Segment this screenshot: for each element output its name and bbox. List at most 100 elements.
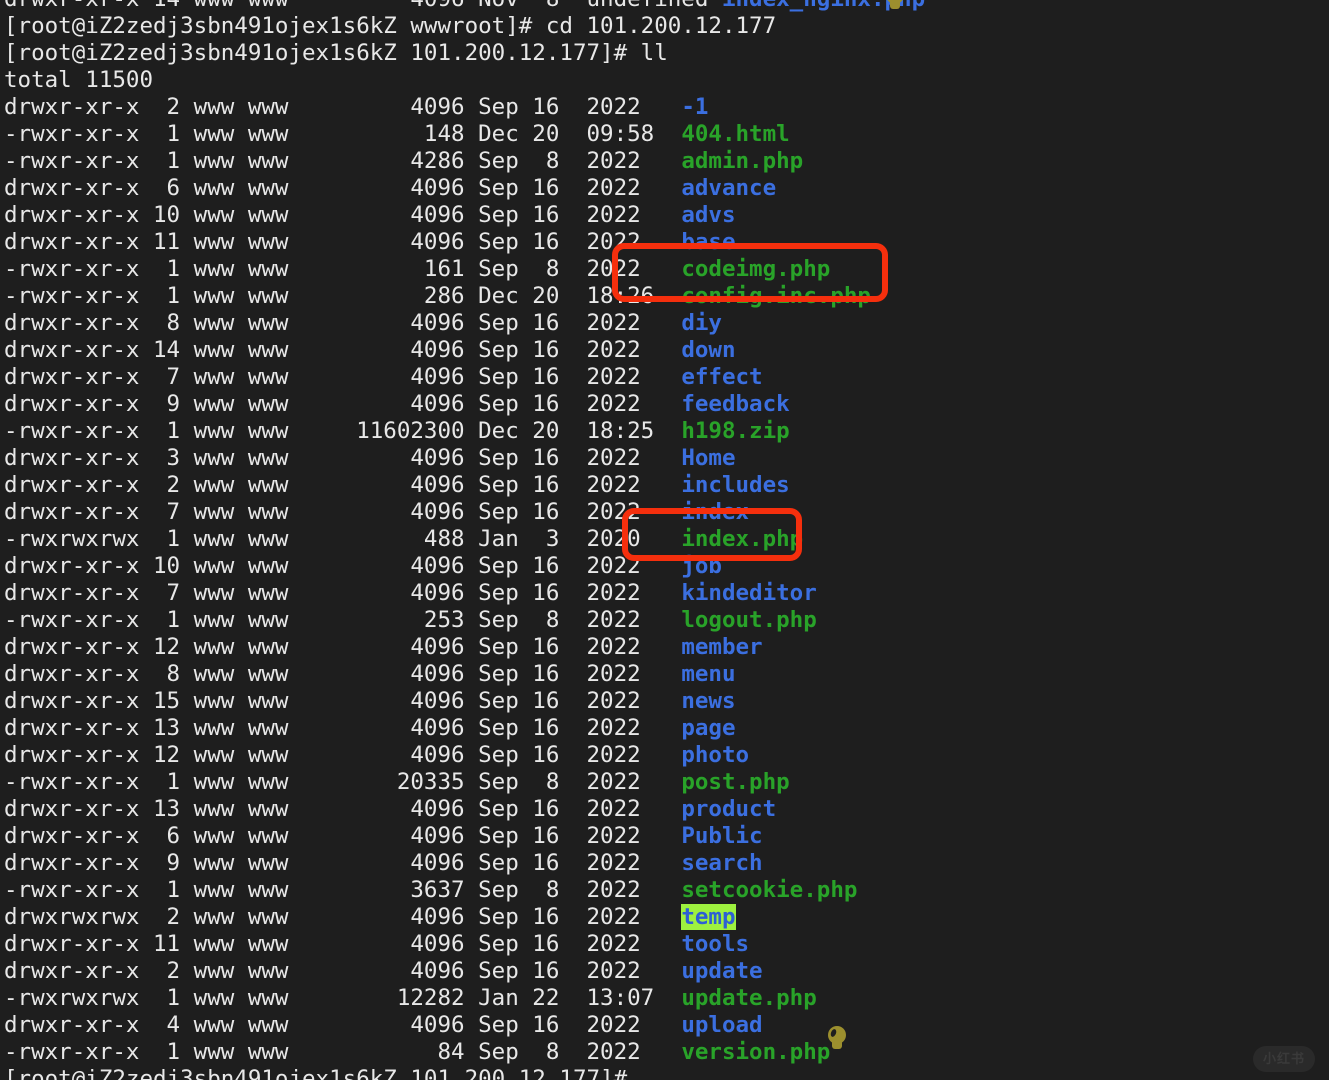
text-run: [root@iZ2zedj3sbn491ojex1s6kZ wwwroot]# … <box>4 13 777 39</box>
file-name: member <box>681 634 763 660</box>
file-name: post.php <box>681 769 790 795</box>
file-listing-row: drwxr-xr-x 8 www www 4096 Sep 16 2022 me… <box>0 661 1329 688</box>
text-run: -rwxrwxrwx 1 www www 488 Jan 3 2020 <box>4 526 682 552</box>
watermark-badge: 小红书 <box>1253 1046 1315 1072</box>
scrollback-partial-line: drwxr-xr-x 14 www www 4096 Nov 8 undefin… <box>0 0 1329 13</box>
lightbulb-hint-icon <box>884 0 906 14</box>
text-run: -rwxr-xr-x 1 www www 148 Dec 20 09:58 <box>4 121 682 147</box>
text-run: [root@iZ2zedj3sbn491ojex1s6kZ 101.200.12… <box>4 1066 641 1080</box>
file-listing-row: drwxr-xr-x 2 www www 4096 Sep 16 2022 in… <box>0 472 1329 499</box>
file-listing-row: -rwxrwxrwx 1 www www 488 Jan 3 2020 inde… <box>0 526 1329 553</box>
file-name: Public <box>681 823 763 849</box>
terminal-window[interactable]: drwxr-xr-x 14 www www 4096 Nov 8 undefin… <box>0 0 1329 1080</box>
file-name: temp <box>681 904 736 930</box>
prompt-line: [root@iZ2zedj3sbn491ojex1s6kZ 101.200.12… <box>0 40 1329 67</box>
text-run: [root@iZ2zedj3sbn491ojex1s6kZ 101.200.12… <box>4 40 668 66</box>
file-listing-row: drwxr-xr-x 8 www www 4096 Sep 16 2022 di… <box>0 310 1329 337</box>
terminal-output: drwxr-xr-x 14 www www 4096 Nov 8 undefin… <box>0 0 1329 1080</box>
file-listing-row: drwxr-xr-x 9 www www 4096 Sep 16 2022 fe… <box>0 391 1329 418</box>
file-listing-row: -rwxr-xr-x 1 www www 253 Sep 8 2022 logo… <box>0 607 1329 634</box>
file-name: feedback <box>681 391 790 417</box>
file-listing-row: drwxr-xr-x 2 www www 4096 Sep 16 2022 -1 <box>0 94 1329 121</box>
text-run: drwxr-xr-x 11 www www 4096 Sep 16 2022 <box>4 931 682 957</box>
file-listing-row: -rwxr-xr-x 1 www www 11602300 Dec 20 18:… <box>0 418 1329 445</box>
file-listing-row: -rwxr-xr-x 1 www www 286 Dec 20 18:26 co… <box>0 283 1329 310</box>
file-name: advs <box>681 202 736 228</box>
file-name: 404.html <box>681 121 790 147</box>
file-name: Home <box>681 445 736 471</box>
file-name: diy <box>681 310 722 336</box>
file-name: job <box>681 553 722 579</box>
file-name: advance <box>681 175 777 201</box>
file-listing-row: drwxrwxrwx 2 www www 4096 Sep 16 2022 te… <box>0 904 1329 931</box>
file-name: page <box>681 715 736 741</box>
file-name: update <box>681 958 763 984</box>
file-name: index <box>681 499 750 525</box>
file-listing-row: -rwxr-xr-x 1 www www 3637 Sep 8 2022 set… <box>0 877 1329 904</box>
lightbulb-hint-icon <box>826 1026 848 1054</box>
text-run: -rwxr-xr-x 1 www www 84 Sep 8 2022 <box>4 1039 682 1065</box>
file-listing-row: drwxr-xr-x 3 www www 4096 Sep 16 2022 Ho… <box>0 445 1329 472</box>
text-run: drwxr-xr-x 7 www www 4096 Sep 16 2022 <box>4 499 682 525</box>
file-name: news <box>681 688 736 714</box>
text-run: drwxr-xr-x 14 www www 4096 Sep 16 2022 <box>4 337 682 363</box>
text-run: drwxr-xr-x 2 www www 4096 Sep 16 2022 <box>4 472 682 498</box>
text-run: drwxr-xr-x 9 www www 4096 Sep 16 2022 <box>4 850 682 876</box>
file-listing-row: drwxr-xr-x 14 www www 4096 Sep 16 2022 d… <box>0 337 1329 364</box>
file-listing-row: drwxr-xr-x 10 www www 4096 Sep 16 2022 a… <box>0 202 1329 229</box>
file-listing-row: drwxr-xr-x 7 www www 4096 Sep 16 2022 ef… <box>0 364 1329 391</box>
file-listing-row: -rwxr-xr-x 1 www www 4286 Sep 8 2022 adm… <box>0 148 1329 175</box>
file-listing-row: drwxr-xr-x 2 www www 4096 Sep 16 2022 up… <box>0 958 1329 985</box>
file-name: index.php <box>681 526 804 552</box>
text-run: -rwxr-xr-x 1 www www 286 Dec 20 18:26 <box>4 283 682 309</box>
file-listing-row: -rwxr-xr-x 1 www www 84 Sep 8 2022 versi… <box>0 1039 1329 1066</box>
text-run: drwxr-xr-x 14 www www 4096 Nov 8 undefin… <box>4 0 722 12</box>
file-name: base <box>681 229 736 255</box>
file-name: config.inc.php <box>681 283 871 309</box>
text-run: drwxr-xr-x 2 www www 4096 Sep 16 2022 <box>4 94 682 120</box>
file-listing-row: drwxr-xr-x 4 www www 4096 Sep 16 2022 up… <box>0 1012 1329 1039</box>
text-run: drwxr-xr-x 12 www www 4096 Sep 16 2022 <box>4 742 682 768</box>
file-name: upload <box>681 1012 763 1038</box>
text-run: drwxr-xr-x 4 www www 4096 Sep 16 2022 <box>4 1012 682 1038</box>
file-listing-row: drwxr-xr-x 7 www www 4096 Sep 16 2022 ki… <box>0 580 1329 607</box>
text-run: drwxr-xr-x 13 www www 4096 Sep 16 2022 <box>4 715 682 741</box>
file-name: menu <box>681 661 736 687</box>
prompt-line: [root@iZ2zedj3sbn491ojex1s6kZ wwwroot]# … <box>0 13 1329 40</box>
file-name: search <box>681 850 763 876</box>
file-name: includes <box>681 472 790 498</box>
file-listing-row: drwxr-xr-x 11 www www 4096 Sep 16 2022 t… <box>0 931 1329 958</box>
file-listing-row: drwxr-xr-x 12 www www 4096 Sep 16 2022 p… <box>0 742 1329 769</box>
text-run: drwxr-xr-x 9 www www 4096 Sep 16 2022 <box>4 391 682 417</box>
file-name: kindeditor <box>681 580 817 606</box>
file-listing-row: drwxr-xr-x 7 www www 4096 Sep 16 2022 in… <box>0 499 1329 526</box>
text-run: drwxr-xr-x 10 www www 4096 Sep 16 2022 <box>4 202 682 228</box>
file-name: down <box>681 337 736 363</box>
text-run: drwxr-xr-x 3 www www 4096 Sep 16 2022 <box>4 445 682 471</box>
file-name: version.php <box>681 1039 831 1065</box>
file-name: -1 <box>681 94 709 120</box>
text-run: -rwxr-xr-x 1 www www 20335 Sep 8 2022 <box>4 769 682 795</box>
text-run: -rwxr-xr-x 1 www www 4286 Sep 8 2022 <box>4 148 682 174</box>
file-listing-row: drwxr-xr-x 13 www www 4096 Sep 16 2022 p… <box>0 715 1329 742</box>
text-run: -rwxr-xr-x 1 www www 161 Sep 8 2022 <box>4 256 682 282</box>
text-run: -rwxr-xr-x 1 www www 3637 Sep 8 2022 <box>4 877 682 903</box>
final-prompt-line: [root@iZ2zedj3sbn491ojex1s6kZ 101.200.12… <box>0 1066 1329 1080</box>
file-name: h198.zip <box>681 418 790 444</box>
text-run: drwxr-xr-x 13 www www 4096 Sep 16 2022 <box>4 796 682 822</box>
file-listing-row: -rwxr-xr-x 1 www www 20335 Sep 8 2022 po… <box>0 769 1329 796</box>
text-run: drwxrwxrwx 2 www www 4096 Sep 16 2022 <box>4 904 682 930</box>
file-listing-row: drwxr-xr-x 9 www www 4096 Sep 16 2022 se… <box>0 850 1329 877</box>
file-name: photo <box>681 742 750 768</box>
text-run: drwxr-xr-x 7 www www 4096 Sep 16 2022 <box>4 364 682 390</box>
file-name: effect <box>681 364 763 390</box>
file-name: setcookie.php <box>681 877 858 903</box>
text-run: -rwxr-xr-x 1 www www 253 Sep 8 2022 <box>4 607 682 633</box>
text-run: -rwxrwxrwx 1 www www 12282 Jan 22 13:07 <box>4 985 682 1011</box>
text-run: drwxr-xr-x 12 www www 4096 Sep 16 2022 <box>4 634 682 660</box>
file-name: update.php <box>681 985 817 1011</box>
total-line: total 11500 <box>0 67 1329 94</box>
text-run: drwxr-xr-x 11 www www 4096 Sep 16 2022 <box>4 229 682 255</box>
file-listing-row: drwxr-xr-x 6 www www 4096 Sep 16 2022 Pu… <box>0 823 1329 850</box>
file-name: tools <box>681 931 750 957</box>
